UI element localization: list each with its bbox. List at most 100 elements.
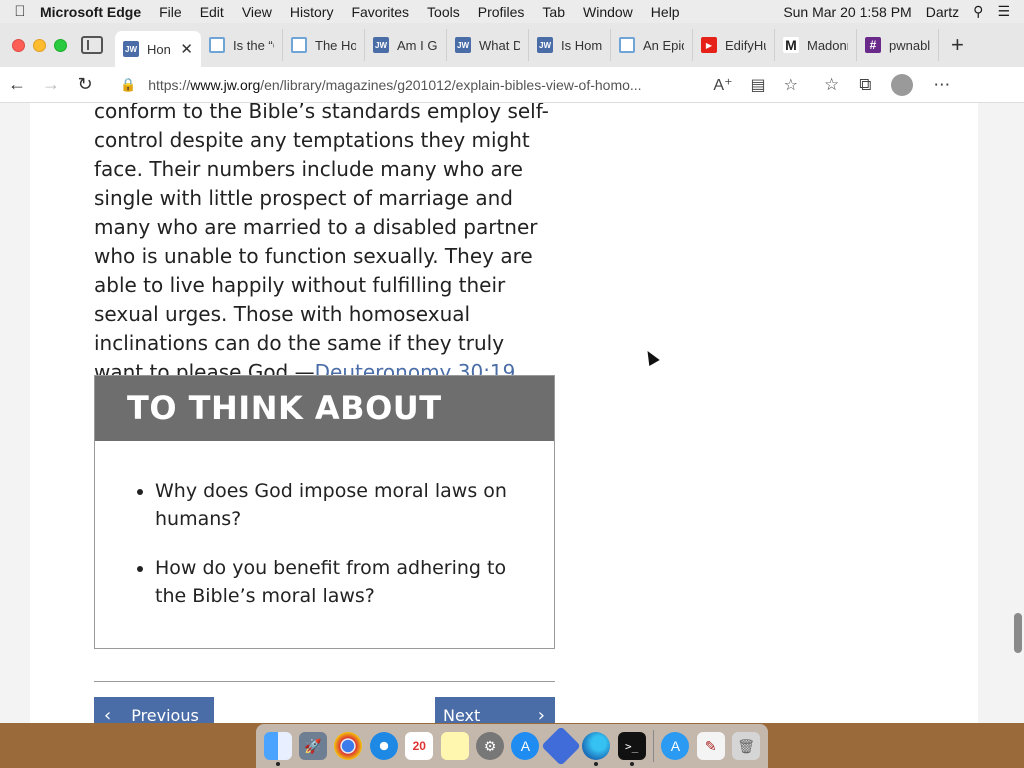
tab[interactable]: ▶ EdifyHu: [693, 29, 775, 61]
menu-view[interactable]: View: [242, 4, 272, 20]
next-button[interactable]: Next ›: [435, 697, 555, 723]
tab[interactable]: M Madonn: [775, 29, 857, 61]
question-item: Why does God impose moral laws on humans…: [155, 477, 524, 533]
profile-avatar-icon[interactable]: [891, 73, 914, 96]
spotlight-search-icon[interactable]: ⚲: [973, 3, 983, 20]
m-icon: M: [783, 37, 799, 53]
menu-help[interactable]: Help: [651, 4, 680, 20]
tab-title: What Dc: [479, 37, 520, 53]
doc-icon: [209, 37, 225, 53]
think-about-heading: TO THINK ABOUT: [95, 376, 554, 441]
dock-separator: [652, 730, 654, 762]
new-tab-icon[interactable]: +: [951, 32, 964, 58]
page-scrollbar[interactable]: [1014, 613, 1022, 653]
app-store-icon[interactable]: A: [511, 732, 540, 760]
tab[interactable]: JW Is Homc: [529, 29, 611, 61]
jw-icon: JW: [455, 37, 471, 53]
dock: 🚀 20 ⚙ A >_ A ✎ 🗑: [256, 724, 768, 768]
tab-title: Hon: [147, 41, 171, 57]
favorites-icon[interactable]: ☆: [824, 75, 839, 95]
question-list: Why does God impose moral laws on humans…: [95, 477, 554, 610]
collections-icon[interactable]: ⧉: [859, 75, 871, 95]
youtube-icon: ▶: [701, 37, 717, 53]
lock-icon[interactable]: 🔒: [120, 77, 136, 93]
doc-icon: [619, 37, 635, 53]
address-bar[interactable]: 🔒 https://www.jw.org/en/library/magazine…: [112, 69, 798, 100]
menu-window[interactable]: Window: [583, 4, 633, 20]
add-favorite-icon[interactable]: ☆: [784, 75, 798, 95]
toolbar-icons: ☆ ⧉ ⋯: [824, 73, 950, 96]
tab[interactable]: # pwnable: [857, 29, 939, 61]
tab[interactable]: Is the “C: [201, 29, 283, 61]
forward-icon[interactable]: →: [34, 74, 68, 95]
user-name[interactable]: Dartz: [926, 4, 959, 20]
url-prefix: https://: [148, 76, 191, 93]
article-paragraph: conform to the Bible’s standards employ …: [94, 103, 554, 387]
minimize-window-button[interactable]: [33, 38, 46, 52]
divider: [94, 681, 555, 682]
article-text: conform to the Bible’s standards employ …: [94, 103, 549, 384]
chevron-left-icon: ‹: [104, 704, 112, 724]
refresh-icon[interactable]: ↻: [68, 74, 102, 95]
more-options-icon[interactable]: ⋯: [933, 75, 950, 95]
window-controls: [12, 38, 67, 52]
tab[interactable]: The Hor: [283, 29, 365, 61]
menu-tools[interactable]: Tools: [427, 4, 460, 20]
close-tab-icon[interactable]: ✕: [180, 40, 193, 58]
finder-icon[interactable]: [263, 732, 292, 766]
doc-icon: [291, 37, 307, 53]
content-column: conform to the Bible’s standards employ …: [30, 103, 978, 723]
jw-icon: JW: [537, 37, 553, 53]
menu-profiles[interactable]: Profiles: [478, 4, 525, 20]
url-text[interactable]: https://www.jw.org/en/library/magazines/…: [148, 77, 705, 93]
tab-title: Is Homc: [561, 37, 602, 53]
previous-label: Previous: [131, 705, 199, 724]
terminal-icon[interactable]: >_: [617, 732, 646, 766]
zoom-window-button[interactable]: [54, 38, 67, 52]
tab-title: Madonn: [807, 37, 848, 53]
tab-title: pwnable: [889, 37, 930, 53]
think-about-box: TO THINK ABOUT Why does God impose moral…: [94, 375, 555, 649]
tab-actions-icon[interactable]: [81, 36, 103, 54]
notes-icon[interactable]: [440, 732, 469, 760]
tab-strip: JW Hon ✕ Is the “C The Hor JW Am I Ga JW…: [0, 23, 1024, 67]
menu-file[interactable]: File: [159, 4, 182, 20]
tab[interactable]: JW What Dc: [447, 29, 529, 61]
app-name-menu[interactable]: Microsoft Edge: [40, 4, 141, 20]
safari-icon[interactable]: [369, 732, 398, 760]
tab[interactable]: JW Am I Ga: [365, 29, 447, 61]
url-host: www.jw.org: [190, 76, 261, 93]
trash-icon[interactable]: 🗑: [732, 732, 761, 760]
question-item: How do you benefit from adhering to the …: [155, 554, 524, 610]
menu-favorites[interactable]: Favorites: [351, 4, 409, 20]
tab[interactable]: An Epid: [611, 29, 693, 61]
edge-icon[interactable]: [582, 732, 611, 766]
clock[interactable]: Sun Mar 20 1:58 PM: [783, 4, 911, 20]
browser-window: JW Hon ✕ Is the “C The Hor JW Am I Ga JW…: [0, 23, 1024, 723]
previous-button[interactable]: ‹ Previous: [94, 697, 214, 723]
read-aloud-icon[interactable]: A⁺: [713, 75, 732, 95]
close-window-button[interactable]: [12, 38, 25, 52]
immersive-reader-icon[interactable]: ▤: [751, 75, 766, 95]
visual-studio-icon[interactable]: [541, 726, 581, 766]
menu-edit[interactable]: Edit: [200, 4, 224, 20]
address-bar-icons: A⁺ ▤ ☆: [713, 75, 798, 95]
jw-icon: JW: [373, 37, 389, 53]
menu-history[interactable]: History: [290, 4, 334, 20]
control-center-icon[interactable]: ☰: [997, 3, 1010, 20]
apple-menu-icon[interactable]: : [0, 3, 40, 20]
menu-bar-status: Sun Mar 20 1:58 PM Dartz ⚲ ☰: [783, 0, 1024, 23]
url-path: /en/library/magazines/g201012/explain-bi…: [260, 76, 642, 93]
tab-title: The Hor: [315, 37, 356, 53]
calendar-icon[interactable]: 20: [405, 732, 434, 760]
tab-title: Am I Ga: [397, 37, 438, 53]
app-store-downloads-icon[interactable]: A: [661, 732, 690, 760]
tab-active[interactable]: JW Hon ✕: [115, 31, 201, 67]
document-icon[interactable]: ✎: [696, 732, 725, 760]
tab-title: Is the “C: [233, 37, 274, 53]
system-preferences-icon[interactable]: ⚙: [476, 732, 505, 760]
back-icon[interactable]: ←: [0, 74, 34, 95]
chrome-icon[interactable]: [334, 732, 363, 760]
launchpad-icon[interactable]: 🚀: [299, 732, 328, 760]
menu-tab[interactable]: Tab: [542, 4, 565, 20]
